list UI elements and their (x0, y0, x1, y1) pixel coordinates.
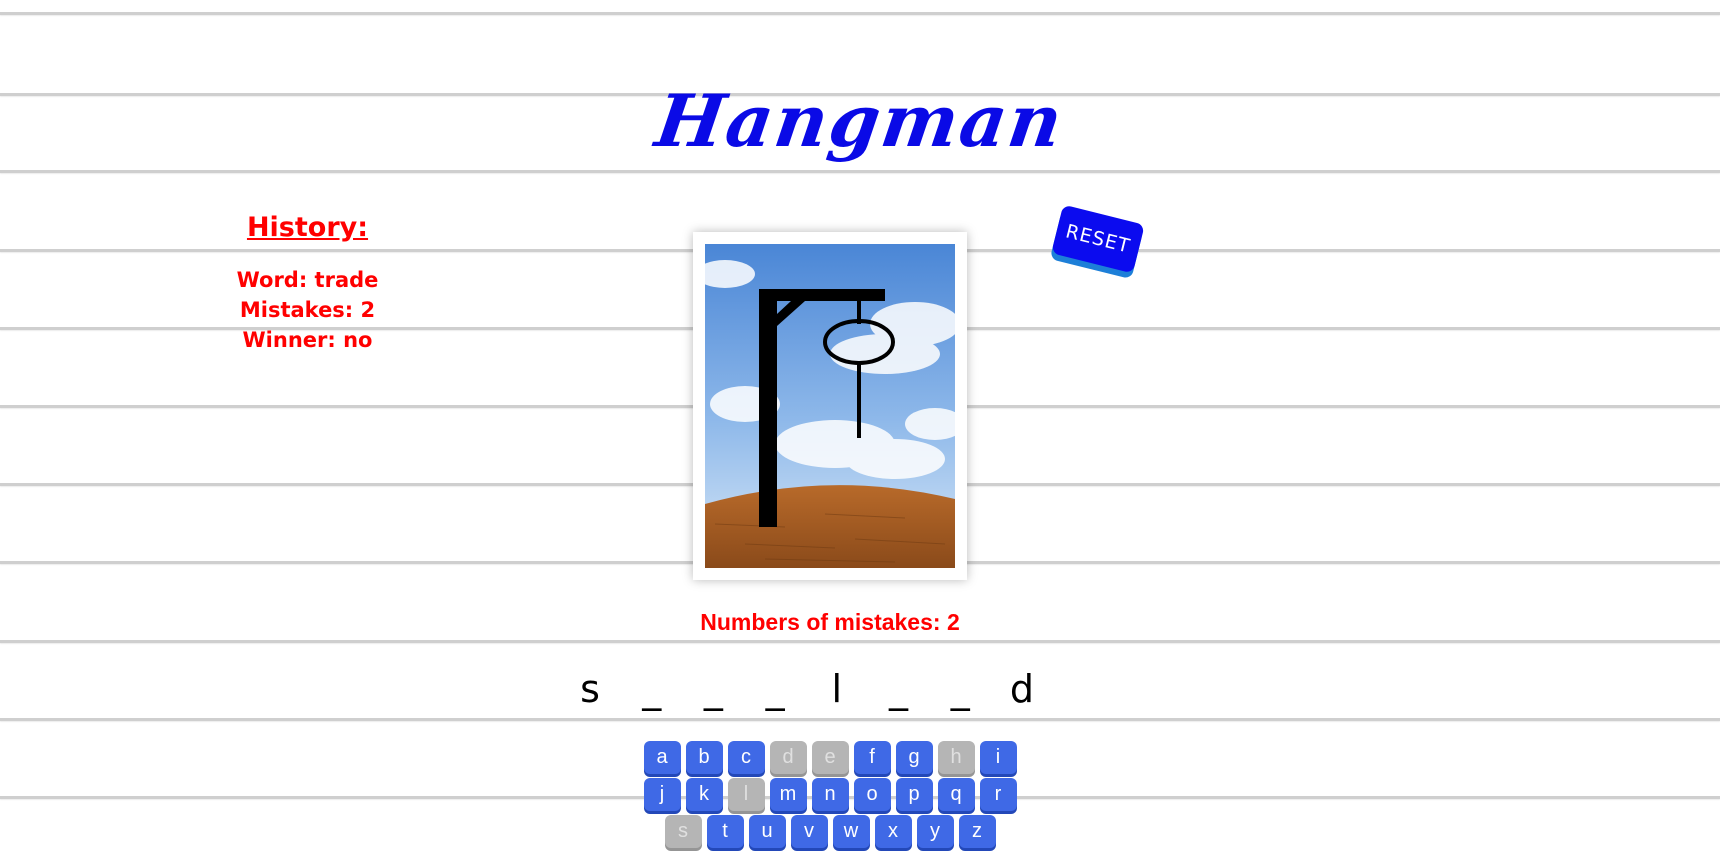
key-e[interactable]: e (811, 741, 849, 774)
key-r[interactable]: r (979, 778, 1017, 811)
ground (705, 485, 955, 568)
letter-slot: _ (765, 667, 785, 711)
key-t[interactable]: t (706, 815, 744, 848)
keyboard-row: j k l m n o p q r (0, 778, 1660, 811)
keyboard-row: s t u v w x y z (0, 815, 1660, 848)
hangman-image-frame (693, 232, 967, 580)
history-heading: History: (246, 212, 369, 243)
key-c[interactable]: c (727, 741, 765, 774)
ruled-line (0, 170, 1720, 173)
ruled-line (0, 718, 1720, 721)
hangman-gallows-image (705, 244, 955, 568)
key-h[interactable]: h (937, 741, 975, 774)
letter-slot: _ (889, 667, 909, 711)
reset-button[interactable]: RESET (1051, 204, 1145, 274)
history-word: Word: trade (236, 268, 379, 292)
letter-slot: _ (642, 667, 662, 711)
key-a[interactable]: a (643, 741, 681, 774)
key-d[interactable]: d (769, 741, 807, 774)
history-mistakes: Mistakes: 2 (239, 298, 376, 322)
word-display: s _ _ _ l _ _ d (566, 663, 1046, 711)
key-x[interactable]: x (874, 815, 912, 848)
key-b[interactable]: b (685, 741, 723, 774)
key-k[interactable]: k (685, 778, 723, 811)
key-p[interactable]: p (895, 778, 933, 811)
history-panel: History: Word: trade Mistakes: 2 Winner:… (200, 212, 415, 355)
key-u[interactable]: u (748, 815, 786, 848)
key-l[interactable]: l (727, 778, 765, 811)
letter-slot: s (580, 667, 600, 711)
key-i[interactable]: i (979, 741, 1017, 774)
mistakes-counter: Numbers of mistakes: 2 (700, 609, 960, 635)
key-w[interactable]: w (832, 815, 870, 848)
key-g[interactable]: g (895, 741, 933, 774)
keyboard-row: a b c d e f g h i (0, 741, 1660, 774)
key-n[interactable]: n (811, 778, 849, 811)
key-f[interactable]: f (853, 741, 891, 774)
letter-keyboard: a b c d e f g h i j k l m n o p q r s t … (0, 741, 1660, 852)
key-q[interactable]: q (937, 778, 975, 811)
key-y[interactable]: y (916, 815, 954, 848)
key-j[interactable]: j (643, 778, 681, 811)
key-s[interactable]: s (664, 815, 702, 848)
key-o[interactable]: o (853, 778, 891, 811)
ruled-line (0, 640, 1720, 643)
letter-slot: _ (703, 667, 723, 711)
key-z[interactable]: z (958, 815, 996, 848)
page-title: Hangman (650, 78, 1070, 163)
key-m[interactable]: m (769, 778, 807, 811)
key-v[interactable]: v (790, 815, 828, 848)
history-winner: Winner: no (242, 328, 373, 352)
letter-slot: _ (950, 667, 970, 711)
letter-slot: l (831, 667, 843, 711)
letter-slot: d (1009, 667, 1034, 711)
ruled-line (0, 12, 1720, 15)
